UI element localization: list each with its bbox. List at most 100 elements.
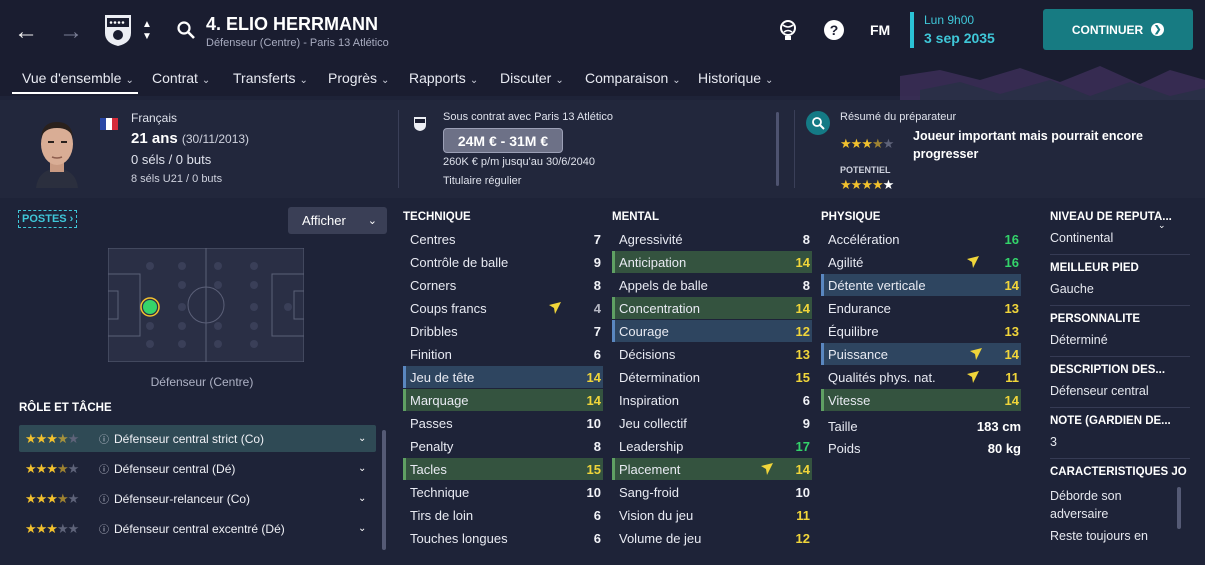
tab-history[interactable]: Historique ⌄ xyxy=(698,70,773,86)
attribute-row[interactable]: Passes 10 xyxy=(403,412,603,434)
scrollbar[interactable] xyxy=(776,112,779,186)
tab-progress[interactable]: Progrès ⌄ xyxy=(328,70,389,86)
tab-overview[interactable]: Vue d'ensemble ⌄ xyxy=(22,70,134,86)
contract-title[interactable]: Sous contrat avec Paris 13 Atlético xyxy=(443,111,613,123)
chevron-down-icon[interactable]: ⌄ xyxy=(358,463,376,474)
up-down-chevron-icon[interactable]: ▲ ▼ xyxy=(138,16,156,46)
attribute-row[interactable]: Sang-froid 10 xyxy=(612,481,812,503)
attribute-name: Courage xyxy=(619,323,669,339)
attribute-row[interactable]: Anticipation 14 xyxy=(612,251,812,273)
current-ability-stars: ★★★★★ xyxy=(840,136,894,151)
role-row[interactable]: ★★★★★ ⓘ Défenseur central (Dé) ⌄ xyxy=(19,455,376,482)
fm-logo[interactable]: FM xyxy=(870,22,890,38)
height-label: Taille xyxy=(828,418,858,434)
attribute-row[interactable]: Concentration 14 xyxy=(612,297,812,319)
attribute-name: Équilibre xyxy=(828,323,879,339)
info-icon[interactable]: ⓘ xyxy=(99,461,114,476)
chevron-down-icon[interactable]: ⌄ xyxy=(358,523,376,534)
attribute-value: 9 xyxy=(802,415,810,431)
attribute-row[interactable]: Placement 14 xyxy=(612,458,812,480)
attribute-row[interactable]: Qualités phys. nat. 11 xyxy=(821,366,1021,388)
attribute-name: Tacles xyxy=(410,461,447,477)
attribute-name: Sang-froid xyxy=(619,484,679,500)
personality-value: Déterminé xyxy=(1050,333,1108,347)
attribute-row[interactable]: Tirs de loin 6 xyxy=(403,504,603,526)
attribute-row[interactable]: Jeu collectif 9 xyxy=(612,412,812,434)
display-dropdown[interactable]: Afficher ⌄ xyxy=(288,207,387,234)
attribute-value: 13 xyxy=(1004,323,1019,339)
attribute-row[interactable]: Dribbles 7 xyxy=(403,320,603,342)
scrollbar[interactable] xyxy=(382,430,386,550)
attribute-row[interactable]: Courage 12 xyxy=(612,320,812,342)
tab-contract[interactable]: Contrat ⌄ xyxy=(152,70,210,86)
physique-heading: PHYSIQUE xyxy=(821,211,881,223)
attribute-name: Concentration xyxy=(619,300,700,316)
positions-tab-label: POSTES xyxy=(22,213,67,225)
attribute-row[interactable]: Jeu de tête 14 xyxy=(403,366,603,388)
attribute-name: Penalty xyxy=(410,438,454,454)
attribute-row[interactable]: Contrôle de balle 9 xyxy=(403,251,603,273)
chevron-down-icon: ⌄ xyxy=(125,75,134,86)
info-icon[interactable]: ⓘ xyxy=(99,491,114,506)
attribute-name: Anticipation xyxy=(619,254,687,270)
info-icon[interactable]: ⓘ xyxy=(99,431,114,446)
attribute-row[interactable]: Tacles 15 xyxy=(403,458,603,480)
attribute-name: Finition xyxy=(410,346,452,362)
tab-reports[interactable]: Rapports ⌄ xyxy=(409,70,478,86)
attribute-row[interactable]: Décisions 13 xyxy=(612,343,812,365)
attribute-row[interactable]: Marquage 14 xyxy=(403,389,603,411)
attribute-row[interactable]: Volume de jeu 12 xyxy=(612,527,812,549)
role-row[interactable]: ★★★★★ ⓘ Défenseur central strict (Co) ⌄ xyxy=(19,425,376,452)
attribute-row[interactable]: Appels de balle 8 xyxy=(612,274,812,296)
attribute-row[interactable]: Penalty 8 xyxy=(403,435,603,457)
club-crest-icon[interactable] xyxy=(102,13,134,47)
player-name: 4. ELIO HERRMANN xyxy=(206,14,379,34)
attribute-row[interactable]: Centres 7 xyxy=(403,228,603,250)
attribute-row[interactable]: Finition 6 xyxy=(403,343,603,365)
attribute-value: 15 xyxy=(586,461,601,477)
attribute-row[interactable]: Touches longues 6 xyxy=(403,527,603,549)
positions-tab[interactable]: POSTES › xyxy=(18,210,78,228)
squad-status: Titulaire régulier xyxy=(443,175,522,187)
attribute-row[interactable]: Leadership 17 xyxy=(612,435,812,457)
role-row[interactable]: ★★★★★ ⓘ Défenseur central excentré (Dé) … xyxy=(19,515,376,542)
world-icon[interactable] xyxy=(776,18,800,42)
scrollbar[interactable] xyxy=(1177,487,1181,529)
divider xyxy=(1050,407,1190,408)
transfer-value-badge[interactable]: 24M € - 31M € xyxy=(443,128,563,153)
tab-transfers[interactable]: Transferts ⌄ xyxy=(233,70,308,86)
attribute-row[interactable]: Vitesse 14 xyxy=(821,389,1021,411)
attribute-value: 14 xyxy=(795,300,810,316)
chevron-down-icon[interactable]: ⌄ xyxy=(358,433,376,444)
scout-search-icon[interactable] xyxy=(806,111,830,135)
role-stars: ★★★★★ xyxy=(25,520,79,536)
forward-arrow-icon[interactable]: → xyxy=(57,18,85,46)
attribute-row[interactable]: Coups francs 4 xyxy=(403,297,603,319)
trait-item: Déborde son adversaire xyxy=(1050,489,1122,521)
attribute-row[interactable]: Vision du jeu 11 xyxy=(612,504,812,526)
attribute-row[interactable]: Détente verticale 14 xyxy=(821,274,1021,296)
attribute-row[interactable]: Puissance 14 xyxy=(821,343,1021,365)
attribute-row[interactable]: Accélération 16 xyxy=(821,228,1021,250)
attribute-row[interactable]: Corners 8 xyxy=(403,274,603,296)
attribute-row[interactable]: Agressivité 8 xyxy=(612,228,812,250)
attribute-row[interactable]: Équilibre 13 xyxy=(821,320,1021,342)
attribute-row[interactable]: Inspiration 6 xyxy=(612,389,812,411)
help-icon[interactable]: ? xyxy=(822,18,846,42)
attribute-row[interactable]: Endurance 13 xyxy=(821,297,1021,319)
potential-stars: ★★★★★ xyxy=(840,177,894,192)
attribute-row[interactable]: Technique 10 xyxy=(403,481,603,503)
player-position-club[interactable]: Défenseur (Centre) - Paris 13 Atlético xyxy=(206,37,389,49)
chevron-down-icon[interactable]: ⌄ xyxy=(358,493,376,504)
info-icon[interactable]: ⓘ xyxy=(99,521,114,536)
tab-discuss[interactable]: Discuter ⌄ xyxy=(500,70,564,86)
back-arrow-icon[interactable]: ← xyxy=(12,18,40,46)
attribute-row[interactable]: Agilité 16 xyxy=(821,251,1021,273)
attribute-name: Touches longues xyxy=(410,530,508,546)
role-row[interactable]: ★★★★★ ⓘ Défenseur-relanceur (Co) ⌄ xyxy=(19,485,376,512)
search-icon[interactable] xyxy=(174,18,198,42)
tab-label: Discuter xyxy=(500,70,552,86)
attribute-row[interactable]: Détermination 15 xyxy=(612,366,812,388)
tab-comparison[interactable]: Comparaison ⌄ xyxy=(585,70,681,86)
attribute-name: Technique xyxy=(410,484,470,500)
